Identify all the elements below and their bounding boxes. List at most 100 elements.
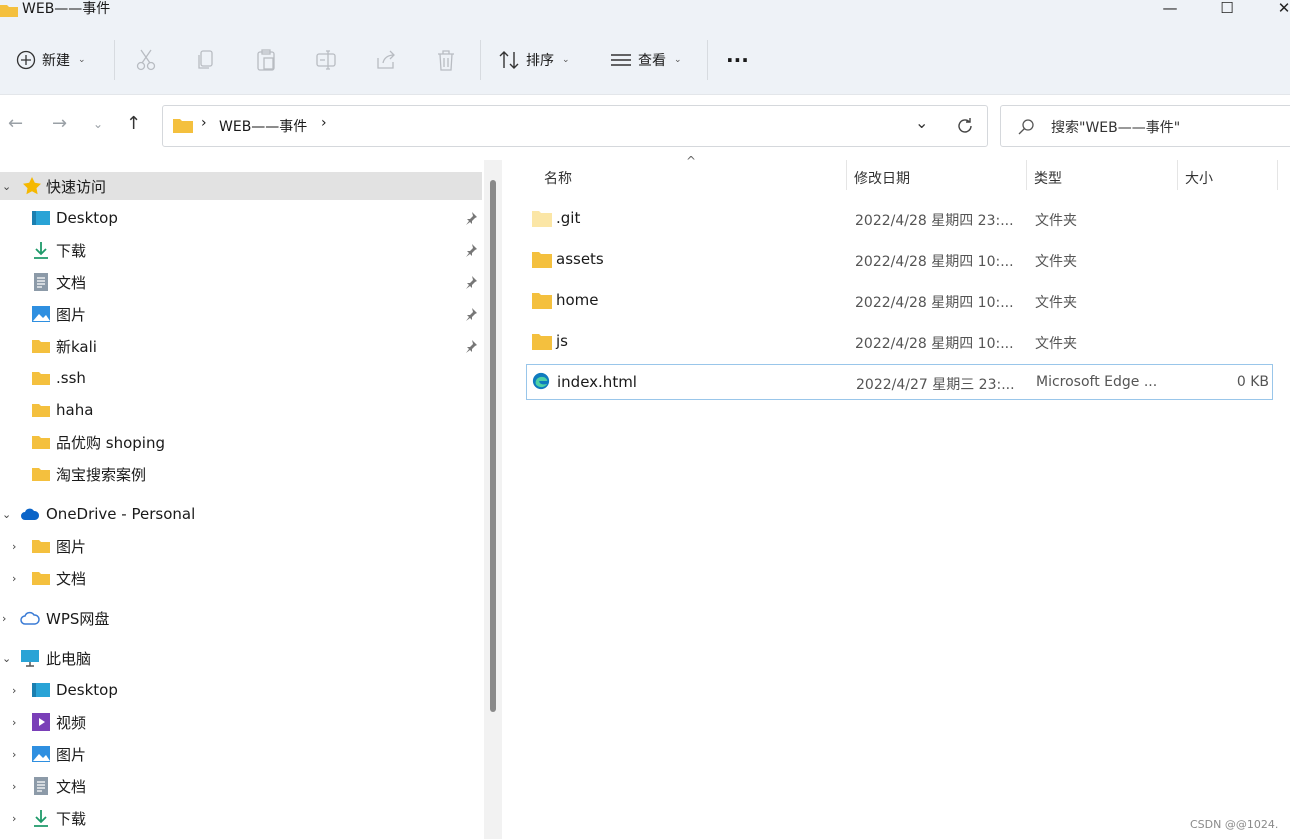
chevron-down-icon[interactable]: ⌄ [2, 180, 11, 193]
up-arrow-icon[interactable]: ↑ [126, 113, 141, 135]
column-divider[interactable] [1026, 160, 1027, 190]
new-button[interactable]: 新建 ⌄ [16, 42, 86, 78]
address-dropdown-chevron-icon[interactable]: ⌄ [915, 113, 928, 132]
paste-icon[interactable] [255, 48, 277, 72]
sidebar-item-documents[interactable]: 文档 [0, 268, 482, 296]
more-options-button[interactable]: ··· [726, 42, 749, 78]
folder-icon [32, 540, 50, 553]
file-name: assets [556, 250, 604, 268]
file-name: .git [556, 209, 581, 227]
file-date: 2022/4/27 星期三 23:... [856, 377, 1015, 393]
minimize-button[interactable]: — [1150, 0, 1190, 20]
sidebar-item-folder[interactable]: 淘宝搜索案例 [0, 460, 482, 488]
sidebar-item-pictures[interactable]: 图片 [0, 300, 482, 328]
pin-icon[interactable] [464, 275, 478, 289]
sidebar-item-label: Desktop [56, 681, 118, 699]
cut-icon[interactable] [135, 48, 157, 72]
chevron-right-icon[interactable]: › [12, 812, 16, 825]
pin-icon[interactable] [464, 339, 478, 353]
title-bar: WEB——事件 — ☐ ✕ [0, 0, 1290, 22]
breadcrumb-current[interactable]: WEB——事件 [219, 116, 307, 136]
pin-icon[interactable] [464, 211, 478, 225]
sidebar-item-this-pc[interactable]: ⌄ 此电脑 [0, 644, 482, 672]
file-type: 文件夹 [1035, 213, 1077, 229]
back-arrow-icon[interactable]: ← [8, 113, 23, 135]
sidebar-item-pc-downloads[interactable]: › 下载 [0, 804, 482, 832]
delete-icon[interactable] [435, 48, 457, 72]
sidebar-item-pc-pictures[interactable]: › 图片 [0, 740, 482, 768]
file-date: 2022/4/28 星期四 10:... [855, 295, 1014, 311]
sidebar-item-label: 淘宝搜索案例 [56, 465, 147, 484]
pin-icon[interactable] [464, 307, 478, 321]
breadcrumb-separator[interactable]: › [321, 115, 327, 131]
computer-icon [21, 650, 39, 667]
column-divider[interactable] [1177, 160, 1178, 190]
table-row[interactable]: .git 2022/4/28 星期四 23:... 文件夹 [526, 201, 1272, 235]
file-name: home [556, 291, 599, 309]
file-date: 2022/4/28 星期四 23:... [855, 213, 1014, 229]
sidebar-scrollbar-thumb[interactable] [490, 180, 496, 712]
sidebar-item-quick-access[interactable]: ⌄ 快速访问 [0, 172, 482, 200]
sidebar-item-label: 图片 [56, 305, 87, 324]
chevron-right-icon[interactable]: › [2, 612, 6, 625]
sidebar-item-onedrive[interactable]: ⌄ OneDrive - Personal [0, 500, 482, 528]
sidebar-item-wps[interactable]: › WPS网盘 [0, 604, 482, 632]
folder-icon [532, 293, 552, 309]
table-row[interactable]: assets 2022/4/28 星期四 10:... 文件夹 [526, 242, 1272, 276]
chevron-down-icon[interactable]: ⌄ [2, 652, 11, 665]
sidebar-item-onedrive-pictures[interactable]: › 图片 [0, 532, 482, 560]
sidebar-item-downloads[interactable]: 下载 [0, 236, 482, 264]
sort-button[interactable]: 排序 ⌄ [498, 42, 570, 78]
rename-icon[interactable] [315, 48, 337, 72]
share-icon[interactable] [375, 48, 397, 72]
chevron-down-icon: ⌄ [674, 55, 682, 65]
watermark: CSDN @@1024. [1190, 818, 1279, 831]
folder-icon [532, 252, 552, 268]
chevron-right-icon[interactable]: › [12, 716, 16, 729]
folder-icon [532, 211, 552, 227]
column-header-type[interactable]: 类型 [1034, 168, 1062, 188]
search-box[interactable]: 搜索"WEB——事件" [1000, 105, 1290, 147]
chevron-right-icon[interactable]: › [12, 540, 16, 553]
sidebar-item-pc-desktop[interactable]: › Desktop [0, 676, 482, 704]
pin-icon[interactable] [464, 243, 478, 257]
document-icon [34, 777, 48, 795]
table-row[interactable]: home 2022/4/28 星期四 10:... 文件夹 [526, 283, 1272, 317]
download-icon [34, 242, 48, 259]
chevron-right-icon[interactable]: › [12, 748, 16, 761]
close-button[interactable]: ✕ [1264, 0, 1290, 20]
chevron-down-icon: ⌄ [562, 55, 570, 65]
column-header-name[interactable]: 名称 [544, 168, 572, 188]
view-button[interactable]: 查看 ⌄ [610, 42, 682, 78]
sidebar-item-pc-documents[interactable]: › 文档 [0, 772, 482, 800]
maximize-button[interactable]: ☐ [1207, 0, 1247, 20]
address-bar[interactable]: › WEB——事件 › ⌄ [162, 105, 988, 147]
sidebar-item-onedrive-documents[interactable]: › 文档 [0, 564, 482, 592]
chevron-down-icon[interactable]: ⌄ [2, 508, 11, 521]
sidebar-item-desktop[interactable]: Desktop [0, 204, 482, 232]
recent-locations-chevron-icon[interactable]: ⌄ [93, 113, 103, 135]
sidebar-item-folder[interactable]: 新kali [0, 332, 482, 360]
forward-arrow-icon[interactable]: → [52, 113, 67, 135]
column-divider[interactable] [1277, 160, 1278, 190]
sidebar-item-label: 此电脑 [46, 649, 92, 668]
chevron-right-icon[interactable]: › [12, 684, 16, 697]
refresh-icon[interactable] [955, 116, 975, 136]
plus-circle-icon [16, 50, 36, 70]
star-icon [23, 177, 41, 195]
column-header-size[interactable]: 大小 [1185, 168, 1213, 188]
file-date: 2022/4/28 星期四 10:... [855, 254, 1014, 270]
table-row-selected[interactable]: index.html 2022/4/27 星期三 23:... Microsof… [526, 364, 1273, 400]
chevron-right-icon[interactable]: › [12, 780, 16, 793]
search-input[interactable]: 搜索"WEB——事件" [1051, 117, 1180, 137]
sidebar-item-folder[interactable]: .ssh [0, 364, 482, 392]
table-row[interactable]: js 2022/4/28 星期四 10:... 文件夹 [526, 324, 1272, 358]
column-header-date[interactable]: 修改日期 [854, 168, 910, 188]
column-divider[interactable] [846, 160, 847, 190]
copy-icon[interactable] [195, 48, 217, 72]
toolbar-divider [480, 40, 481, 80]
sidebar-item-pc-videos[interactable]: › 视频 [0, 708, 482, 736]
sidebar-item-folder[interactable]: haha [0, 396, 482, 424]
sidebar-item-folder[interactable]: 品优购 shoping [0, 428, 482, 456]
chevron-right-icon[interactable]: › [12, 572, 16, 585]
